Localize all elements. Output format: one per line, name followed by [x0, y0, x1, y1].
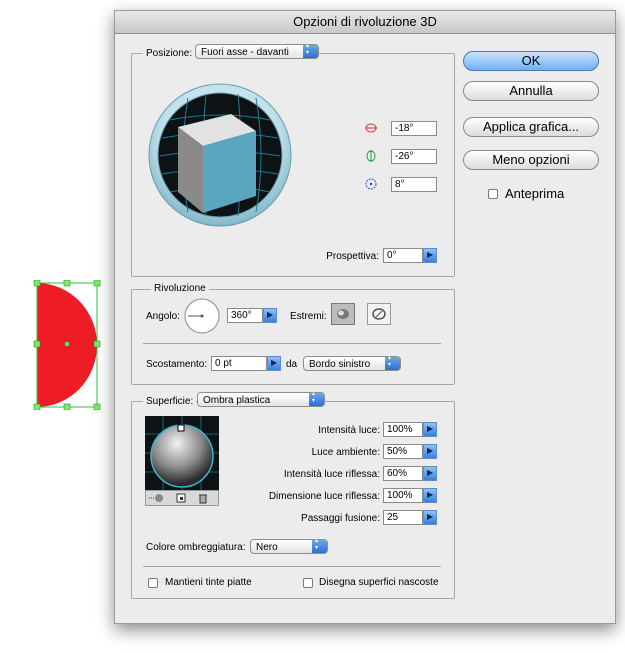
light-intensity-stepper[interactable] — [423, 422, 437, 437]
surface-select[interactable]: Ombra plastica — [197, 391, 325, 407]
preserve-spot-label: Mantieni tinte piatte — [165, 577, 252, 588]
perspective-label: Prospettiva: — [326, 251, 379, 262]
angle-field[interactable]: 360° — [227, 308, 263, 323]
highlight-intensity-field[interactable]: 60% — [383, 466, 423, 481]
revolve-group — [131, 289, 455, 385]
blend-steps-field[interactable]: 25 — [383, 510, 423, 525]
position-select[interactable]: Fuori asse - davanti — [195, 43, 319, 59]
map-art-button[interactable]: Applica grafica... — [463, 117, 599, 137]
dialog-title: Opzioni di rivoluzione 3D — [115, 11, 615, 34]
draw-hidden-faces-label: Disegna superfici nascoste — [319, 577, 439, 588]
new-light-icon[interactable] — [175, 492, 187, 504]
shading-color-value: Nero — [256, 542, 278, 553]
offset-stepper[interactable] — [267, 356, 281, 371]
rotate-z-icon — [365, 178, 377, 190]
position-label: Posizione: — [143, 48, 196, 59]
selected-half-circle-shape[interactable] — [30, 280, 105, 410]
draw-hidden-faces-checkbox[interactable] — [303, 578, 313, 588]
fewer-options-button[interactable]: Meno opzioni — [463, 150, 599, 170]
cap-off-icon — [372, 308, 386, 320]
shading-color-label: Colore ombreggiatura: — [146, 542, 246, 553]
ambient-light-field[interactable]: 50% — [383, 444, 423, 459]
ambient-light-stepper[interactable] — [423, 444, 437, 459]
rotate-x-field[interactable]: -18° — [391, 121, 437, 136]
highlight-intensity-stepper[interactable] — [423, 466, 437, 481]
angle-stepper[interactable] — [263, 308, 277, 323]
delete-light-icon[interactable] — [197, 492, 209, 504]
highlight-intensity-label: Intensità luce riflessa: — [283, 469, 380, 480]
offset-from-value: Bordo sinistro — [309, 359, 371, 370]
perspective-field[interactable]: 0° — [383, 248, 423, 263]
blend-steps-stepper[interactable] — [423, 510, 437, 525]
popup-arrows-icon — [309, 391, 324, 406]
shading-color-select[interactable]: Nero — [250, 538, 328, 554]
ambient-light-label: Luce ambiente: — [311, 447, 380, 458]
revolve-title: Rivoluzione — [151, 283, 209, 294]
perspective-stepper[interactable] — [423, 248, 437, 263]
offset-from-select[interactable]: Bordo sinistro — [303, 355, 401, 371]
move-light-back-icon[interactable] — [149, 492, 165, 504]
preview-checkbox[interactable] — [488, 189, 498, 199]
surface-label: Superficie: — [143, 396, 197, 407]
rotation-track-cube[interactable] — [148, 76, 293, 236]
preview-label: Anteprima — [505, 186, 565, 201]
popup-arrows-icon — [312, 538, 327, 553]
preserve-spot-checkbox[interactable] — [148, 578, 158, 588]
revolve-options-dialog: Opzioni di rivoluzione 3D Posizione: Fuo… — [114, 10, 616, 624]
highlight-size-label: Dimensione luce riflessa: — [268, 491, 380, 502]
cap-on-button[interactable] — [331, 303, 355, 325]
ok-button[interactable]: OK — [463, 51, 599, 71]
light-intensity-field[interactable]: 100% — [383, 422, 423, 437]
position-select-value: Fuori asse - davanti — [201, 47, 289, 58]
revolve-separator — [143, 343, 441, 344]
offset-label: Scostamento: — [146, 359, 208, 370]
surface-separator — [143, 566, 441, 567]
cap-off-button[interactable] — [367, 303, 391, 325]
popup-arrows-icon — [303, 43, 318, 58]
cancel-button[interactable]: Annulla — [463, 81, 599, 101]
from-label: da — [286, 359, 298, 370]
angle-label: Angolo: — [146, 311, 180, 322]
cap-on-icon — [337, 309, 349, 319]
lighting-sphere-preview[interactable] — [145, 416, 219, 490]
rotate-x-icon — [365, 123, 377, 133]
offset-field[interactable]: 0 pt — [211, 356, 267, 371]
rotate-z-field[interactable]: 8° — [391, 177, 437, 192]
rotate-y-icon — [366, 150, 376, 162]
angle-dial[interactable] — [183, 297, 221, 335]
caps-label: Estremi: — [290, 311, 327, 322]
blend-steps-label: Passaggi fusione: — [301, 513, 380, 524]
highlight-size-stepper[interactable] — [423, 488, 437, 503]
surface-select-value: Ombra plastica — [203, 395, 271, 406]
rotate-y-field[interactable]: -26° — [391, 149, 437, 164]
light-intensity-label: Intensità luce: — [318, 425, 380, 436]
popup-arrows-icon — [385, 355, 400, 370]
highlight-size-field[interactable]: 100% — [383, 488, 423, 503]
